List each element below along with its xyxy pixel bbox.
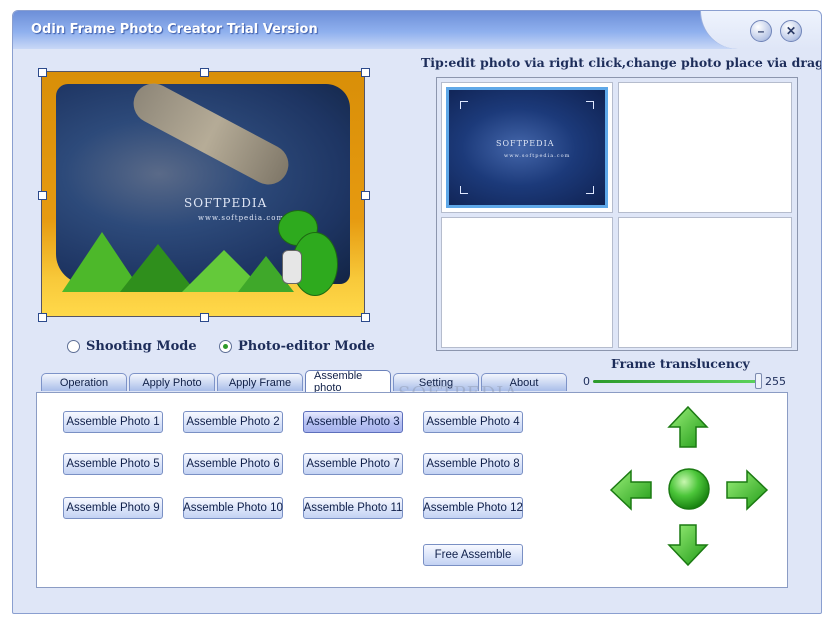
radio-indicator[interactable]	[219, 340, 232, 353]
arrow-left-icon	[609, 469, 652, 511]
center-button[interactable]	[667, 467, 711, 511]
frame-preview[interactable]: SOFTPEDIA www.softpedia.com	[38, 68, 370, 322]
corner-mark	[586, 101, 594, 109]
shooting-mode-radio[interactable]: Shooting Mode	[67, 339, 197, 354]
tab-apply-frame[interactable]: Apply Frame	[217, 373, 303, 391]
slider-max-label: 255	[765, 375, 786, 388]
tab-operation[interactable]: Operation	[41, 373, 127, 391]
resize-handle[interactable]	[361, 191, 370, 200]
arrow-down-button[interactable]	[667, 523, 709, 567]
corner-mark	[586, 186, 594, 194]
assemble-photo-11-button[interactable]: Assemble Photo 11	[303, 497, 403, 519]
radio-indicator[interactable]	[67, 340, 80, 353]
minimize-button[interactable]: –	[750, 20, 772, 42]
assemble-photo-2-button[interactable]: Assemble Photo 2	[183, 411, 283, 433]
slot-photo[interactable]: SOFTPEDIA www.softpedia.com	[446, 87, 608, 208]
arrow-left-button[interactable]	[609, 469, 653, 511]
photo-editor-mode-label: Photo-editor Mode	[238, 339, 375, 354]
app-window: Odin Frame Photo Creator Trial Version –…	[12, 10, 822, 614]
resize-handle[interactable]	[200, 313, 209, 322]
assemble-photo-panel: Assemble Photo 1 Assemble Photo 2 Assemb…	[36, 392, 788, 588]
corner-mark	[460, 186, 468, 194]
photo-editor-mode-radio[interactable]: Photo-editor Mode	[219, 339, 375, 354]
assemble-photo-12-button[interactable]: Assemble Photo 12	[423, 497, 523, 519]
resize-handle[interactable]	[38, 313, 47, 322]
translucency-slider[interactable]	[593, 380, 761, 383]
photo-slot-grid: SOFTPEDIA www.softpedia.com	[436, 77, 798, 351]
arrow-up-button[interactable]	[667, 405, 709, 449]
arrow-right-icon	[726, 469, 769, 511]
window-title: Odin Frame Photo Creator Trial Version	[31, 22, 318, 37]
minimize-icon: –	[757, 24, 765, 38]
assemble-photo-1-button[interactable]: Assemble Photo 1	[63, 411, 163, 433]
shooting-mode-label: Shooting Mode	[86, 339, 197, 354]
arrow-right-button[interactable]	[725, 469, 769, 511]
slider-min-label: 0	[583, 375, 590, 388]
assemble-photo-4-button[interactable]: Assemble Photo 4	[423, 411, 523, 433]
arrow-up-icon	[667, 405, 709, 448]
photo-slot-2[interactable]	[618, 82, 792, 213]
title-bar[interactable]: Odin Frame Photo Creator Trial Version –…	[13, 11, 821, 49]
photo-slot-4[interactable]	[618, 217, 792, 348]
preview-watermark: SOFTPEDIA	[184, 196, 268, 210]
translucency-label: Frame translucency	[611, 356, 750, 371]
photo-slot-3[interactable]	[441, 217, 613, 348]
photo-slot-1[interactable]: SOFTPEDIA www.softpedia.com	[441, 82, 613, 213]
assemble-photo-6-button[interactable]: Assemble Photo 6	[183, 453, 283, 475]
resize-handle[interactable]	[361, 313, 370, 322]
circle-icon	[668, 468, 710, 510]
tab-apply-photo[interactable]: Apply Photo	[129, 373, 215, 391]
assemble-photo-3-button[interactable]: Assemble Photo 3	[303, 411, 403, 433]
tip-text: Tip:edit photo via right click,change ph…	[421, 55, 822, 70]
resize-handle[interactable]	[38, 68, 47, 77]
resize-handle[interactable]	[200, 68, 209, 77]
assemble-photo-10-button[interactable]: Assemble Photo 10	[183, 497, 283, 519]
arrow-down-icon	[667, 524, 709, 567]
dinosaur-bandage	[282, 250, 302, 284]
assemble-photo-5-button[interactable]: Assemble Photo 5	[63, 453, 163, 475]
assemble-photo-7-button[interactable]: Assemble Photo 7	[303, 453, 403, 475]
slot-watermark: SOFTPEDIA	[496, 139, 555, 148]
assemble-photo-9-button[interactable]: Assemble Photo 9	[63, 497, 163, 519]
translucency-slider-thumb[interactable]	[755, 373, 762, 389]
assemble-photo-8-button[interactable]: Assemble Photo 8	[423, 453, 523, 475]
close-icon: ✕	[785, 24, 797, 38]
resize-handle[interactable]	[38, 191, 47, 200]
tab-assemble-photo[interactable]: Assemble photo	[305, 370, 391, 394]
resize-handle[interactable]	[361, 68, 370, 77]
close-button[interactable]: ✕	[780, 20, 802, 42]
preview-watermark-url: www.softpedia.com	[198, 214, 285, 222]
free-assemble-button[interactable]: Free Assemble	[423, 544, 523, 566]
corner-mark	[460, 101, 468, 109]
coastline-shape	[126, 76, 296, 192]
slot-watermark-url: www.softpedia.com	[504, 153, 571, 159]
